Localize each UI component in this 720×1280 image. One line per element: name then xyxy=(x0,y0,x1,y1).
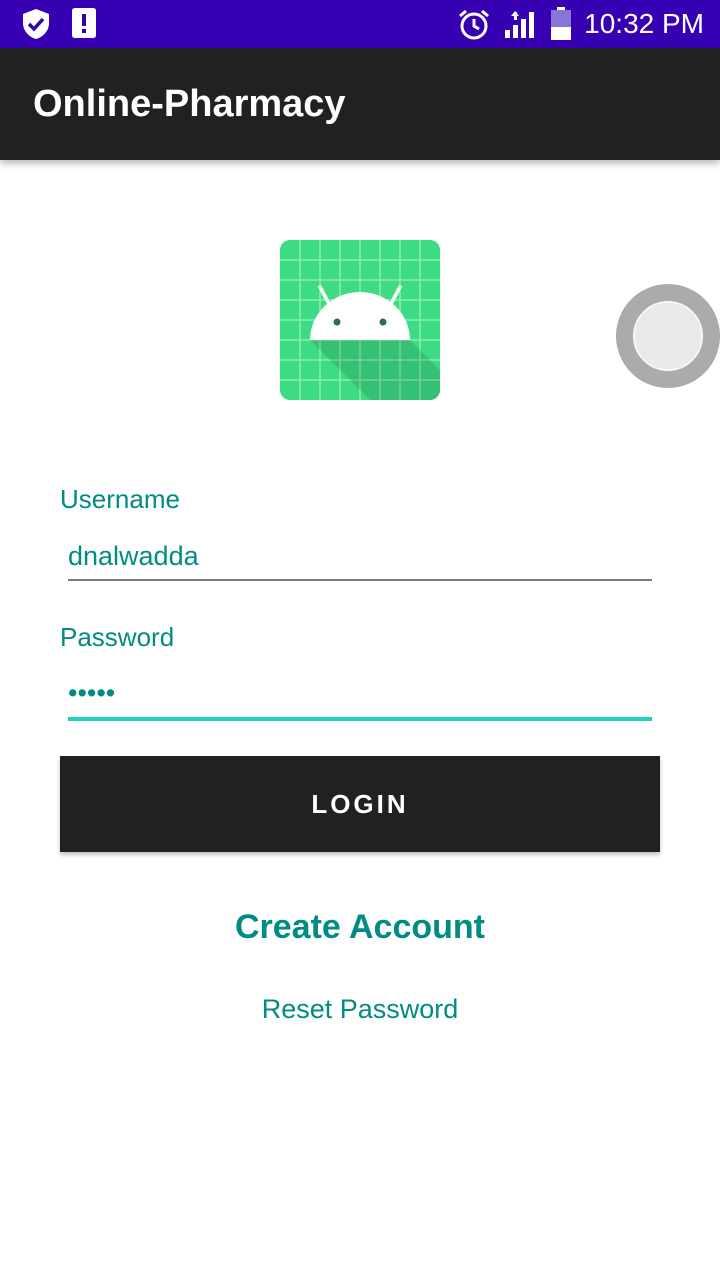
floating-assistive-button[interactable] xyxy=(616,284,720,388)
reset-password-link[interactable]: Reset Password xyxy=(0,994,720,1025)
battery-icon xyxy=(550,7,572,45)
create-account-link[interactable]: Create Account xyxy=(0,908,720,947)
signal-icon xyxy=(505,10,539,42)
shield-check-icon xyxy=(22,8,50,44)
login-button[interactable]: LOGIN xyxy=(60,756,660,852)
status-bar: 10:32 PM xyxy=(0,0,720,48)
username-field[interactable]: dnalwadda xyxy=(68,541,199,572)
floating-button-inner xyxy=(633,301,703,371)
username-underline xyxy=(68,579,652,581)
password-label: Password xyxy=(60,622,175,652)
password-field[interactable]: ••••• xyxy=(68,678,115,709)
username-label: Username xyxy=(60,484,180,514)
android-app-icon xyxy=(280,240,440,400)
status-time: 10:32 PM xyxy=(584,8,704,39)
alert-icon xyxy=(72,8,96,42)
app-bar: Online-Pharmacy xyxy=(0,48,720,160)
password-underline xyxy=(68,717,652,721)
alarm-icon xyxy=(458,9,490,45)
app-title: Online-Pharmacy xyxy=(33,83,346,125)
